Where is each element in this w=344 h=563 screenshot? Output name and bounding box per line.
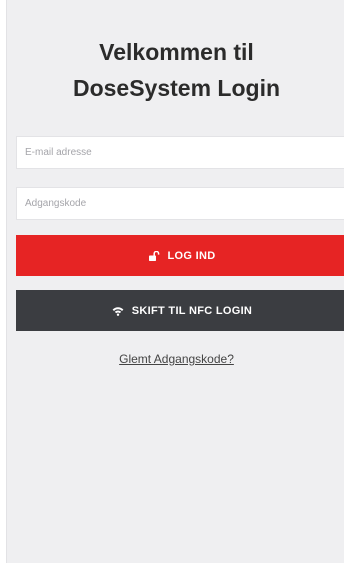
wifi-icon [112,306,124,316]
email-field[interactable] [16,136,344,169]
page-title: Velkommen til DoseSystem Login [7,34,344,106]
nfc-login-button[interactable]: SKIFT TIL NFC LOGIN [16,290,344,331]
login-button[interactable]: LOG IND [16,235,344,276]
nfc-button-label: SKIFT TIL NFC LOGIN [131,304,253,317]
title-line-2: DoseSystem Login [72,75,281,101]
unlock-icon [148,250,160,261]
forgot-password-link[interactable]: Glemt Adgangskode? [7,352,344,366]
title-line-1: Velkommen til [99,39,254,65]
login-screen: Velkommen til DoseSystem Login LOG IND S… [6,0,344,563]
password-field[interactable] [16,187,344,220]
login-button-label: LOG IND [167,249,216,262]
